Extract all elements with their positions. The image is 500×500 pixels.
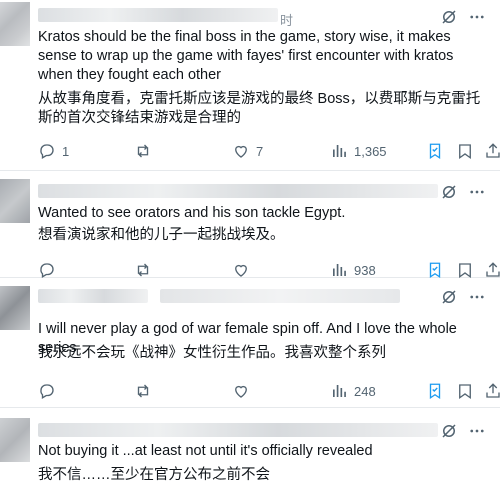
grok-icon[interactable]: [440, 183, 458, 201]
bookmark-button[interactable]: [426, 141, 444, 161]
like-button[interactable]: 7: [232, 141, 263, 161]
share-out-button[interactable]: [484, 260, 500, 280]
views-icon: [333, 385, 346, 397]
share-button[interactable]: [456, 260, 474, 280]
repost-button[interactable]: [134, 141, 158, 161]
tweet-translation: 我不信……至少在官方公布之前不会: [38, 467, 270, 483]
tweet-translation: 从故事角度看，克雷托斯应该是游戏的最终 Boss，以费耶斯与克雷托斯的首次交锋结…: [38, 91, 481, 126]
share-out-button[interactable]: [484, 141, 500, 161]
author-name-redacted: [38, 8, 278, 22]
action-bar: 938: [38, 260, 500, 280]
avatar[interactable]: [0, 418, 30, 462]
reply-icon: [40, 144, 54, 159]
more-icon[interactable]: [468, 422, 486, 440]
bookmark-button[interactable]: [426, 381, 444, 401]
author-handle-redacted: [160, 289, 400, 303]
grok-icon[interactable]: [440, 8, 458, 26]
share-icon: [486, 143, 500, 158]
share-button[interactable]: [456, 141, 474, 161]
views-icon: [333, 145, 346, 157]
reply-button[interactable]: [38, 260, 62, 280]
reply-count: 1: [62, 143, 70, 159]
share-icon: [486, 383, 500, 398]
more-icon[interactable]: [468, 183, 486, 201]
views-count: 248: [354, 383, 376, 399]
bookmark-icon: [429, 143, 441, 160]
grok-icon[interactable]: [440, 422, 458, 440]
share-icon: [459, 144, 471, 160]
tweet-translation: 想看演说家和他的儿子一起挑战埃及。: [38, 227, 285, 243]
repost-icon: [137, 384, 149, 398]
repost-button[interactable]: [134, 381, 158, 401]
tweet-2[interactable]: Wanted to see orators and his son tackle…: [0, 171, 500, 280]
views-button[interactable]: 1,365: [330, 141, 387, 161]
share-out-button[interactable]: [484, 381, 500, 401]
heart-icon: [235, 145, 247, 158]
views-icon: [333, 264, 346, 276]
author-name-redacted: [38, 423, 438, 437]
tweet-text: Not buying it ...at least not until it's…: [38, 443, 373, 459]
views-count: 1,365: [354, 143, 387, 159]
tweet-3[interactable]: I will never play a god of war female sp…: [0, 278, 500, 408]
timestamp[interactable]: 时: [280, 10, 293, 29]
views-button[interactable]: 938: [330, 260, 376, 280]
share-button[interactable]: [456, 381, 474, 401]
reply-icon: [40, 263, 54, 278]
heart-icon: [235, 385, 247, 398]
tweet-4[interactable]: Not buying it ...at least not until it's…: [0, 408, 500, 500]
bookmark-icon: [429, 262, 441, 279]
share-icon: [459, 263, 471, 279]
author-name-redacted: [38, 184, 438, 198]
tweet-text: Kratos should be the final boss in the g…: [38, 29, 454, 83]
avatar[interactable]: [0, 2, 30, 46]
tweet-1[interactable]: 时 Kratos should be the final boss in the…: [0, 0, 500, 171]
action-bar: 1 7 1,365: [38, 141, 500, 161]
repost-icon: [137, 144, 149, 158]
more-icon[interactable]: [468, 288, 486, 306]
share-icon: [486, 262, 500, 277]
author-name-redacted: [38, 289, 148, 303]
bookmark-icon: [429, 383, 441, 400]
action-bar: 248: [38, 381, 500, 401]
avatar[interactable]: [0, 286, 30, 330]
like-button[interactable]: [232, 381, 256, 401]
share-icon: [459, 384, 471, 400]
like-count: 7: [256, 143, 264, 159]
reply-button[interactable]: 1: [38, 141, 69, 161]
repost-icon: [137, 263, 149, 277]
reply-button[interactable]: [38, 381, 62, 401]
heart-icon: [235, 264, 247, 277]
grok-icon[interactable]: [440, 288, 458, 306]
reply-icon: [40, 384, 54, 399]
like-button[interactable]: [232, 260, 256, 280]
more-icon[interactable]: [468, 8, 486, 26]
tweet-text: Wanted to see orators and his son tackle…: [38, 205, 346, 221]
tweet-translation: 我永远不会玩《战神》女性衍生作品。我喜欢整个系列: [38, 345, 386, 361]
views-button[interactable]: 248: [330, 381, 376, 401]
repost-button[interactable]: [134, 260, 158, 280]
bookmark-button[interactable]: [426, 260, 444, 280]
views-count: 938: [354, 262, 376, 278]
avatar[interactable]: [0, 179, 30, 223]
